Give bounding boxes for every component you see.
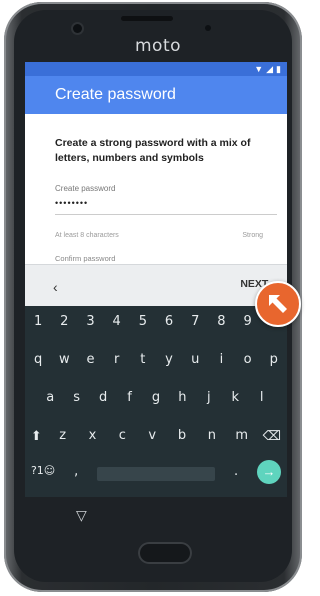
battery-icon: ▮ — [276, 64, 281, 74]
keyboard-row-function: ?1☺ , . → — [25, 460, 287, 484]
pointer-arrow-badge — [255, 281, 301, 327]
keyboard-row-top: q w e r t y u i o p — [25, 352, 287, 367]
key-c[interactable]: c — [113, 428, 131, 444]
key-comma[interactable]: , — [67, 464, 85, 484]
form-heading: Create a strong password with a mix of l… — [55, 137, 251, 164]
key-r[interactable]: r — [108, 352, 126, 367]
key-k[interactable]: k — [226, 390, 244, 405]
key-t[interactable]: t — [134, 352, 152, 367]
front-camera — [73, 24, 82, 33]
key-9[interactable]: 9 — [239, 314, 257, 329]
password-hint: At least 8 characters — [55, 232, 119, 239]
key-s[interactable]: s — [68, 390, 86, 405]
key-d[interactable]: d — [94, 390, 112, 405]
key-j[interactable]: j — [200, 390, 218, 405]
back-nav-icon[interactable]: ▽ — [76, 507, 87, 524]
status-icons: ▼ ◢ ▮ — [254, 64, 281, 75]
password-form: Create a strong password with a mix of l… — [25, 114, 287, 264]
key-n[interactable]: n — [203, 428, 221, 444]
page-title: Create password — [55, 86, 176, 103]
key-2[interactable]: 2 — [55, 314, 73, 329]
signal-icon: ◢ — [266, 64, 274, 74]
key-1[interactable]: 1 — [29, 314, 47, 329]
key-5[interactable]: 5 — [134, 314, 152, 329]
confirm-password-field[interactable]: Confirm password — [55, 254, 115, 263]
key-3[interactable]: 3 — [81, 314, 99, 329]
screen: ▼ ◢ ▮ Create password Create a strong pa… — [25, 62, 287, 497]
shift-key-icon[interactable]: ⬆ — [31, 428, 42, 444]
keyboard-row-bottom: ⬆ z x c v b n m ⌫ — [25, 428, 287, 444]
brand-logo: moto — [134, 36, 182, 56]
key-period[interactable]: . — [227, 464, 245, 484]
key-w[interactable]: w — [55, 352, 73, 367]
key-a[interactable]: a — [41, 390, 59, 405]
key-i[interactable]: i — [212, 352, 230, 367]
key-h[interactable]: h — [173, 390, 191, 405]
key-y[interactable]: y — [160, 352, 178, 367]
keyboard-row-middle: a s d f g h j k l — [25, 390, 287, 405]
earpiece-speaker — [121, 16, 173, 21]
key-p[interactable]: p — [265, 352, 283, 367]
key-x[interactable]: x — [84, 428, 102, 444]
hardware-nav-area: ▽ — [10, 497, 288, 570]
status-bar: ▼ ◢ ▮ — [25, 62, 287, 76]
key-v[interactable]: v — [143, 428, 161, 444]
key-o[interactable]: o — [239, 352, 257, 367]
password-strength: Strong — [242, 232, 263, 239]
password-field-label: Create password — [55, 184, 116, 193]
keyboard: 1 2 3 4 5 6 7 8 9 0 q w e r t y u i o — [25, 306, 287, 497]
home-button[interactable] — [138, 542, 192, 564]
key-e[interactable]: e — [81, 352, 99, 367]
key-q[interactable]: q — [29, 352, 47, 367]
key-u[interactable]: u — [186, 352, 204, 367]
key-f[interactable]: f — [121, 390, 139, 405]
key-6[interactable]: 6 — [160, 314, 178, 329]
symbols-key[interactable]: ?1☺ — [31, 464, 55, 484]
key-z[interactable]: z — [54, 428, 72, 444]
page: moto ▼ ◢ ▮ Create password Create a stro… — [0, 0, 306, 596]
arrow-up-left-icon — [269, 295, 287, 313]
app-bar: Create password — [25, 76, 287, 114]
navigation-bar: ‹ NEXT › — [25, 264, 287, 306]
space-bar[interactable] — [97, 467, 216, 481]
key-l[interactable]: l — [253, 390, 271, 405]
key-8[interactable]: 8 — [212, 314, 230, 329]
key-g[interactable]: g — [147, 390, 165, 405]
proximity-sensor — [205, 25, 211, 31]
password-field[interactable]: •••••••• — [55, 198, 88, 208]
keyboard-row-numbers: 1 2 3 4 5 6 7 8 9 0 — [25, 314, 287, 329]
backspace-key-icon[interactable]: ⌫ — [263, 428, 281, 444]
wifi-icon: ▼ — [254, 64, 264, 74]
key-b[interactable]: b — [173, 428, 191, 444]
enter-key-icon[interactable]: → — [257, 460, 282, 484]
back-chevron-icon[interactable]: ‹ — [53, 279, 58, 295]
password-field-underline — [55, 214, 277, 215]
key-m[interactable]: m — [233, 428, 251, 444]
key-4[interactable]: 4 — [108, 314, 126, 329]
key-7[interactable]: 7 — [186, 314, 204, 329]
